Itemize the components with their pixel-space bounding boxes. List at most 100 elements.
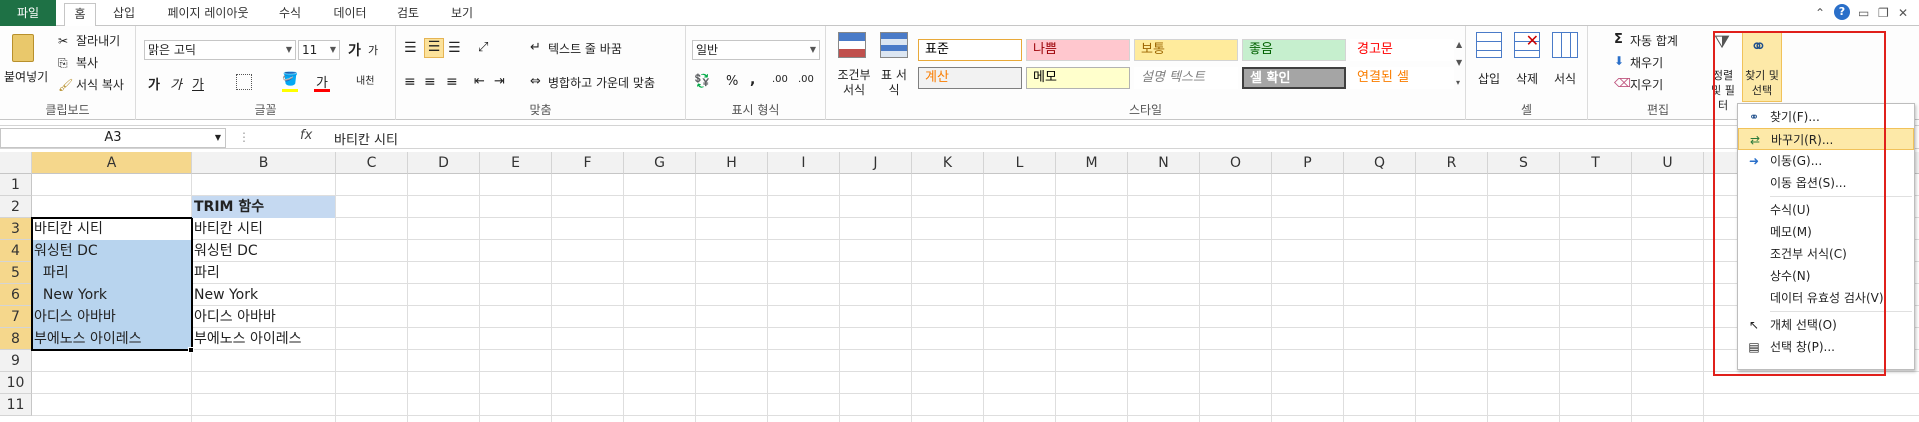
fill-button[interactable]: 채우기 [1630,54,1663,71]
column-header-u[interactable]: U [1632,152,1704,174]
align-right-icon[interactable]: ≡ [446,74,458,90]
cut-button[interactable]: 잘라내기 [76,32,120,49]
merge-center-button[interactable]: 병합하고 가운데 맞춤 [548,74,655,91]
column-header-a[interactable]: A [32,152,192,174]
decrease-decimal-button[interactable]: .00 [798,74,814,85]
name-box[interactable]: A3 ▼ [0,128,226,148]
column-header-n[interactable]: N [1128,152,1200,174]
row-header-10[interactable]: 10 [0,372,32,394]
font-name-select[interactable]: 맑은 고딕 ▼ [144,40,296,60]
cell-b5[interactable]: 파리 [192,262,220,284]
cell-a4[interactable]: 워싱턴 DC [32,240,98,262]
column-header-k[interactable]: K [912,152,984,174]
tab-page-layout[interactable]: 페이지 레이아웃 [158,3,258,26]
row-header-2[interactable]: 2 [0,196,32,218]
fill-color-icon[interactable]: 🪣 [282,72,298,87]
styles-scroll-down-icon[interactable]: ▼ [1456,58,1462,67]
underline-button[interactable]: 가 [192,74,204,93]
conditional-format-button[interactable]: 조건부 서식 [834,68,874,98]
row-header-1[interactable]: 1 [0,174,32,196]
increase-decimal-button[interactable]: .00 [772,74,788,85]
column-header-g[interactable]: G [624,152,696,174]
style-normal[interactable]: 표준 [918,39,1022,61]
cell-b2[interactable]: TRIM 함수 [192,196,335,218]
tab-data[interactable]: 데이터 [326,3,374,26]
column-header-m[interactable]: M [1056,152,1128,174]
format-as-table-button[interactable]: 표 서식 [878,68,910,98]
select-all-corner[interactable] [0,152,32,174]
minimize-icon[interactable]: ▭ [1858,6,1869,20]
styles-more-icon[interactable]: ▾ [1456,78,1460,87]
comma-button[interactable]: , [750,72,755,88]
cell-b4[interactable]: 워싱턴 DC [192,240,258,262]
align-left-icon[interactable]: ≡ [404,74,416,90]
tab-insert[interactable]: 삽입 [106,3,142,26]
format-painter-button[interactable]: 서식 복사 [76,76,124,93]
column-header-b[interactable]: B [192,152,336,174]
row-header-11[interactable]: 11 [0,394,32,416]
cell-a3[interactable]: 바티칸 시티 [32,218,103,240]
borders-icon[interactable] [236,74,252,90]
column-header-j[interactable]: J [840,152,912,174]
column-header-o[interactable]: O [1200,152,1272,174]
align-top-icon[interactable]: ☰ [404,40,417,56]
cell-a6[interactable]: New York [32,284,107,306]
insert-function-button[interactable]: fx [300,128,312,143]
column-header-r[interactable]: R [1416,152,1488,174]
style-calculation[interactable]: 계산 [918,67,1022,89]
row-header-3[interactable]: 3 [0,218,32,240]
collapse-ribbon-icon[interactable]: ⌃ [1815,6,1825,20]
number-format-select[interactable]: 일반 ▼ [692,40,820,60]
tab-view[interactable]: 보기 [444,3,480,26]
styles-scroll-up-icon[interactable]: ▲ [1456,40,1462,49]
paste-icon[interactable] [12,34,34,62]
copy-button[interactable]: 복사 [76,54,98,71]
decrease-indent-icon[interactable]: ⇤ [474,74,485,89]
column-header-l[interactable]: L [984,152,1056,174]
close-icon[interactable]: ✕ [1898,6,1908,20]
tab-formulas[interactable]: 수식 [272,3,308,26]
format-cells-button[interactable]: 서식 [1554,70,1576,87]
cell-b3[interactable]: 바티칸 시티 [192,218,263,240]
column-header-i[interactable]: I [768,152,840,174]
column-header-q[interactable]: Q [1344,152,1416,174]
style-good[interactable]: 좋음 [1242,39,1346,61]
row-header-6[interactable]: 6 [0,284,32,306]
style-check-cell[interactable]: 셀 확인 [1242,67,1346,89]
style-linked-cell[interactable]: 연결된 셀 [1350,67,1454,89]
bold-button[interactable]: 가 [148,74,160,93]
grow-font-button[interactable]: 가 [348,40,361,60]
column-header-p[interactable]: P [1272,152,1344,174]
tab-file[interactable]: 파일 [0,0,56,26]
row-header-4[interactable]: 4 [0,240,32,262]
style-explanatory[interactable]: 설명 텍스트 [1134,67,1238,89]
orientation-icon[interactable]: ⤢ [478,40,488,55]
align-bottom-icon[interactable]: ☰ [448,40,461,56]
cell-b7[interactable]: 아디스 아바바 [192,306,276,328]
restore-icon[interactable]: ❐ [1878,6,1889,20]
column-header-h[interactable]: H [696,152,768,174]
increase-indent-icon[interactable]: ⇥ [494,74,505,89]
cell-a5[interactable]: 파리 [32,262,69,284]
percent-button[interactable]: % [726,74,738,89]
font-size-select[interactable]: 11 ▼ [298,40,340,60]
shrink-font-button[interactable]: 가 [368,42,378,58]
column-header-d[interactable]: D [408,152,480,174]
column-header-c[interactable]: C [336,152,408,174]
row-header-9[interactable]: 9 [0,350,32,372]
tab-home[interactable]: 홈 [64,3,96,27]
column-header-s[interactable]: S [1488,152,1560,174]
cell-b8[interactable]: 부에노스 아이레스 [192,328,302,350]
row-header-8[interactable]: 8 [0,328,32,350]
style-note[interactable]: 메모 [1026,67,1130,89]
tab-review[interactable]: 검토 [390,3,426,26]
autosum-button[interactable]: 자동 합계 [1630,32,1678,49]
column-header-e[interactable]: E [480,152,552,174]
cell-b6[interactable]: New York [192,284,258,306]
formula-input[interactable]: 바티칸 시티 [334,129,398,148]
style-neutral[interactable]: 보통 [1134,39,1238,61]
accounting-format-icon[interactable]: 💱 [694,74,710,89]
paste-button[interactable]: 붙여넣기 [4,68,48,85]
delete-cells-button[interactable]: 삭제 [1516,70,1538,87]
wrap-text-button[interactable]: 텍스트 줄 바꿈 [548,40,622,57]
